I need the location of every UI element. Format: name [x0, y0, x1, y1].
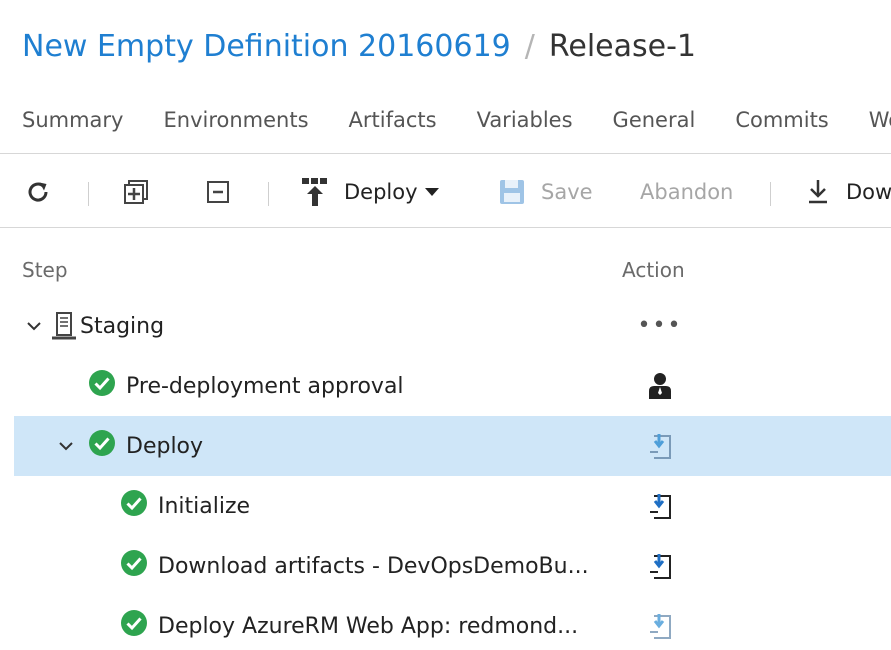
- toolbar-separator: [88, 182, 89, 206]
- tab-summary[interactable]: Summary: [22, 108, 123, 132]
- tree-row-label: Download artifacts - DevOpsDemoBu...: [158, 553, 589, 579]
- tree-row-pre-deployment-approval[interactable]: Pre-deployment approval: [14, 356, 891, 416]
- download-log-icon[interactable]: [644, 490, 676, 522]
- save-label: Save: [541, 180, 593, 204]
- tree-row-label: Initialize: [158, 493, 251, 519]
- success-check-icon: [120, 609, 148, 643]
- release-page: New Empty Definition 20160619 / Release-…: [0, 0, 891, 650]
- deploy-label: Deploy: [344, 180, 418, 204]
- toolbar-separator: [770, 182, 771, 206]
- tree-row-label: Deploy AzureRM Web App: redmond...: [158, 613, 579, 639]
- success-check-icon: [120, 549, 148, 583]
- breadcrumb: New Empty Definition 20160619 / Release-…: [22, 22, 696, 70]
- chevron-down-icon[interactable]: [58, 438, 74, 454]
- download-button[interactable]: Dow: [806, 176, 891, 208]
- tab-variables[interactable]: Variables: [477, 108, 573, 132]
- success-check-icon: [88, 429, 116, 463]
- tree-row-label: Pre-deployment approval: [126, 373, 404, 399]
- tab-artifacts[interactable]: Artifacts: [349, 108, 437, 132]
- tab-environments[interactable]: Environments: [163, 108, 308, 132]
- download-log-icon[interactable]: [644, 610, 676, 642]
- toolbar-separator: [268, 182, 269, 206]
- success-check-icon: [88, 369, 116, 403]
- chevron-down-icon[interactable]: [26, 318, 42, 334]
- success-check-icon: [120, 489, 148, 523]
- deploy-menu-button[interactable]: Deploy: [300, 176, 440, 208]
- tree-row-label: Staging: [80, 313, 165, 339]
- deploy-icon: [300, 176, 330, 208]
- tabs-divider: [0, 153, 891, 154]
- approval-user-icon[interactable]: [644, 370, 676, 402]
- breadcrumb-release-title: Release-1: [548, 28, 696, 64]
- breadcrumb-separator: /: [524, 28, 535, 64]
- caret-down-icon: [424, 186, 440, 198]
- breadcrumb-definition-link[interactable]: New Empty Definition 20160619: [22, 29, 511, 64]
- download-icon: [806, 178, 830, 206]
- tree-row-download-artifacts[interactable]: Download artifacts - DevOpsDemoBu...: [14, 536, 891, 596]
- tree-row-deploy-azurerm-web-app[interactable]: Deploy AzureRM Web App: redmond...: [14, 596, 891, 650]
- release-tabs: Summary Environments Artifacts Variables…: [22, 100, 891, 140]
- abandon-button[interactable]: Abandon: [640, 176, 733, 208]
- tab-commits[interactable]: Commits: [735, 108, 828, 132]
- toolbar: Deploy Save Abandon Dow: [0, 156, 891, 228]
- column-header-action[interactable]: Action: [622, 258, 685, 282]
- tree-row-label: Deploy: [126, 433, 204, 459]
- tree-row-initialize[interactable]: Initialize: [14, 476, 891, 536]
- save-button[interactable]: Save: [498, 176, 593, 208]
- download-label: Dow: [846, 180, 891, 204]
- column-header-step[interactable]: Step: [22, 258, 68, 282]
- download-log-icon[interactable]: [644, 430, 676, 462]
- refresh-icon[interactable]: [24, 176, 52, 208]
- collapse-all-icon[interactable]: [204, 176, 232, 208]
- environment-icon: [50, 311, 78, 341]
- tree-row-staging[interactable]: Staging •••: [14, 296, 891, 356]
- abandon-label: Abandon: [640, 180, 734, 204]
- expand-all-icon[interactable]: [122, 176, 150, 208]
- download-log-icon[interactable]: [644, 550, 676, 582]
- tab-general[interactable]: General: [613, 108, 696, 132]
- tab-workitems[interactable]: Wo: [869, 108, 891, 132]
- tree-row-deploy[interactable]: Deploy: [14, 416, 891, 476]
- save-icon: [498, 178, 526, 206]
- more-actions-icon[interactable]: •••: [638, 310, 681, 342]
- toolbar-divider: [0, 227, 891, 228]
